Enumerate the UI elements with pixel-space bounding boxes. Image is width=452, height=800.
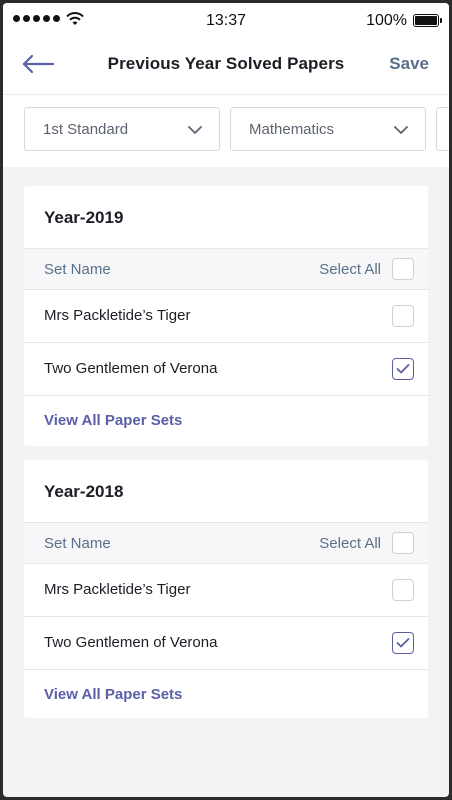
- checkmark-icon: [396, 364, 410, 374]
- paper-set-name: Two Gentlemen of Verona: [44, 634, 218, 651]
- select-all-checkbox[interactable]: [392, 532, 414, 554]
- paper-set-name: Two Gentlemen of Verona: [44, 360, 218, 377]
- paper-set-row[interactable]: Mrs Packletide’s Tiger: [24, 564, 428, 617]
- paper-set-row[interactable]: Two Gentlemen of Verona: [24, 617, 428, 670]
- year-section-2019: Year-2019 Set Name Select All Mrs Packle…: [24, 186, 428, 446]
- paper-set-checkbox[interactable]: [392, 305, 414, 327]
- view-all-paper-sets-link[interactable]: View All Paper Sets: [44, 686, 182, 703]
- third-dropdown[interactable]: [436, 107, 449, 151]
- table-header: Set Name Select All: [24, 248, 428, 290]
- paper-set-row[interactable]: Two Gentlemen of Verona: [24, 343, 428, 396]
- paper-set-checkbox[interactable]: [392, 358, 414, 380]
- paper-set-checkbox[interactable]: [392, 632, 414, 654]
- battery-icon: [413, 14, 442, 27]
- subject-dropdown[interactable]: Mathematics: [230, 107, 426, 151]
- app-screen: 13:37 100% Previous Year Solved Papers S…: [3, 3, 449, 797]
- paper-set-name: Mrs Packletide’s Tiger: [44, 581, 191, 598]
- paper-set-name: Mrs Packletide’s Tiger: [44, 307, 191, 324]
- subject-dropdown-value: Mathematics: [249, 121, 335, 138]
- chevron-down-icon: [188, 126, 202, 134]
- set-name-column-header: Set Name: [44, 535, 111, 552]
- paper-set-row[interactable]: Mrs Packletide’s Tiger: [24, 290, 428, 343]
- year-title: Year-2019: [44, 208, 124, 227]
- status-bar: 13:37 100%: [3, 3, 449, 37]
- standard-dropdown[interactable]: 1st Standard: [24, 107, 220, 151]
- standard-dropdown-value: 1st Standard: [43, 121, 129, 138]
- year-title: Year-2018: [44, 482, 124, 501]
- table-header: Set Name Select All: [24, 522, 428, 564]
- app-header: Previous Year Solved Papers Save: [3, 37, 449, 95]
- select-all-label: Select All: [319, 261, 381, 278]
- set-name-column-header: Set Name: [44, 261, 111, 278]
- save-button[interactable]: Save: [389, 54, 429, 74]
- chevron-down-icon: [394, 126, 408, 134]
- filter-bar: 1st Standard Mathematics: [3, 95, 449, 167]
- view-all-paper-sets-link[interactable]: View All Paper Sets: [44, 412, 182, 429]
- select-all-checkbox[interactable]: [392, 258, 414, 280]
- paper-set-checkbox[interactable]: [392, 579, 414, 601]
- checkmark-icon: [396, 638, 410, 648]
- select-all-label: Select All: [319, 535, 381, 552]
- page-title: Previous Year Solved Papers: [107, 54, 345, 73]
- battery-percentage: 100%: [366, 12, 407, 29]
- year-section-2018: Year-2018 Set Name Select All Mrs Packle…: [24, 460, 428, 718]
